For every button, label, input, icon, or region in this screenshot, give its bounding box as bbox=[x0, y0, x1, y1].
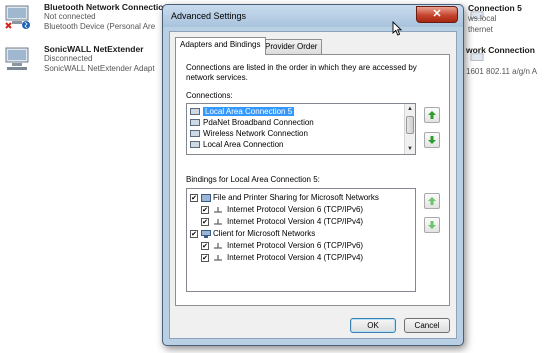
list-item-label: Local Area Connection bbox=[203, 140, 284, 149]
scroll-thumb[interactable] bbox=[406, 116, 414, 134]
protocol-icon bbox=[214, 219, 222, 225]
binding-checkbox[interactable]: ✔ bbox=[201, 218, 209, 226]
tab-provider-order[interactable]: Provider Order bbox=[260, 39, 323, 54]
connection-name: Connection 5 bbox=[468, 3, 522, 13]
list-item-label: Local Area Connection 5 bbox=[203, 107, 295, 116]
binding-item[interactable]: ✔ Internet Protocol Version 6 (TCP/IPv6) bbox=[187, 240, 415, 252]
connection-name: work Connection bbox=[466, 45, 535, 55]
binding-item[interactable]: ✔ Internet Protocol Version 4 (TCP/IPv4) bbox=[187, 252, 415, 264]
move-binding-up-button[interactable] bbox=[424, 193, 440, 209]
connection-name: Bluetooth Network Connection bbox=[44, 2, 169, 12]
connection-device: 1601 802.11 a/g/n A bbox=[466, 67, 538, 76]
binding-checkbox[interactable]: ✔ bbox=[201, 254, 209, 262]
list-item-label: Wireless Network Connection bbox=[203, 129, 308, 138]
binding-item[interactable]: ✔ File and Printer Sharing for Microsoft… bbox=[187, 192, 415, 204]
binding-checkbox[interactable]: ✔ bbox=[201, 206, 209, 214]
list-item[interactable]: Local Area Connection bbox=[187, 139, 415, 150]
scroll-down-icon[interactable]: ▼ bbox=[405, 144, 415, 154]
connection-name: SonicWALL NetExtender bbox=[44, 44, 144, 54]
bindings-list[interactable]: ✔ File and Printer Sharing for Microsoft… bbox=[186, 188, 416, 292]
adapters-and-bindings-panel: Connections are listed in the order in w… bbox=[175, 54, 450, 306]
arrow-down-icon bbox=[428, 136, 436, 144]
connection-icon bbox=[190, 108, 200, 115]
list-item[interactable]: PdaNet Broadband Connection bbox=[187, 117, 415, 128]
bluetooth-connection-item[interactable]: Bluetooth Network Connection Not connect… bbox=[2, 2, 169, 34]
binding-item[interactable]: ✔ Internet Protocol Version 6 (TCP/IPv6) bbox=[187, 204, 415, 216]
binding-label: Internet Protocol Version 4 (TCP/IPv4) bbox=[227, 217, 364, 226]
binding-checkbox[interactable]: ✔ bbox=[190, 194, 198, 202]
scroll-up-icon[interactable]: ▲ bbox=[405, 104, 415, 114]
move-binding-down-button[interactable] bbox=[424, 217, 440, 233]
connection-status: Not connected bbox=[44, 12, 96, 21]
binding-label: Internet Protocol Version 6 (TCP/IPv6) bbox=[227, 205, 364, 214]
network-adapter-icon bbox=[5, 47, 29, 70]
advanced-settings-dialog: Advanced Settings ✕ Adapters and Binding… bbox=[162, 4, 464, 346]
connection-icon bbox=[190, 141, 200, 148]
connection-icon bbox=[190, 130, 200, 137]
connections-label: Connections: bbox=[186, 91, 233, 100]
dialog-title: Advanced Settings bbox=[171, 11, 247, 21]
arrow-up-icon bbox=[428, 197, 436, 205]
ok-button[interactable]: OK bbox=[350, 318, 396, 333]
connection-status: Disconnected bbox=[44, 54, 93, 63]
list-item[interactable]: Local Area Connection 5 bbox=[187, 106, 415, 117]
client-icon bbox=[201, 230, 211, 238]
dialog-body: Adapters and Bindings Provider Order Con… bbox=[169, 31, 457, 339]
move-connection-up-button[interactable] bbox=[424, 107, 440, 123]
connection-device: thernet bbox=[468, 25, 493, 34]
arrow-down-icon bbox=[428, 221, 436, 229]
move-connection-down-button[interactable] bbox=[424, 132, 440, 148]
protocol-icon bbox=[214, 207, 222, 213]
connections-list[interactable]: Local Area Connection 5 PdaNet Broadband… bbox=[186, 103, 416, 155]
title-bar[interactable]: Advanced Settings ✕ bbox=[163, 5, 463, 27]
binding-label: File and Printer Sharing for Microsoft N… bbox=[213, 193, 379, 202]
binding-checkbox[interactable]: ✔ bbox=[201, 242, 209, 250]
close-button[interactable]: ✕ bbox=[416, 6, 458, 23]
bindings-label: Bindings for Local Area Connection 5: bbox=[186, 175, 320, 184]
connection-device: SonicWALL NetExtender Adapt bbox=[44, 64, 155, 73]
list-item-label: PdaNet Broadband Connection bbox=[203, 118, 314, 127]
mouse-pointer-icon bbox=[392, 21, 402, 36]
connection-icon bbox=[190, 119, 200, 126]
protocol-icon bbox=[214, 243, 222, 249]
connection-status: ws.local bbox=[468, 14, 497, 23]
protocol-icon bbox=[214, 255, 222, 261]
close-icon: ✕ bbox=[432, 8, 442, 20]
connections-scrollbar[interactable]: ▲ ▼ bbox=[404, 104, 415, 154]
description-text: Connections are listed in the order in w… bbox=[186, 63, 417, 82]
sonicwall-connection-item[interactable]: SonicWALL NetExtender Disconnected Sonic… bbox=[2, 44, 162, 76]
binding-item[interactable]: ✔ Internet Protocol Version 4 (TCP/IPv4) bbox=[187, 216, 415, 228]
binding-label: Internet Protocol Version 4 (TCP/IPv4) bbox=[227, 253, 364, 262]
binding-item[interactable]: ✔ Client for Microsoft Networks bbox=[187, 228, 415, 240]
list-item[interactable]: Wireless Network Connection bbox=[187, 128, 415, 139]
binding-checkbox[interactable]: ✔ bbox=[190, 230, 198, 238]
connection-device: Bluetooth Device (Personal Are bbox=[44, 22, 156, 31]
cancel-button[interactable]: Cancel bbox=[404, 318, 450, 333]
bluetooth-adapter-icon bbox=[5, 5, 30, 29]
arrow-up-icon bbox=[428, 111, 436, 119]
binding-label: Internet Protocol Version 6 (TCP/IPv6) bbox=[227, 241, 364, 250]
binding-label: Client for Microsoft Networks bbox=[213, 229, 316, 238]
tab-adapters-and-bindings[interactable]: Adapters and Bindings bbox=[175, 37, 266, 55]
service-icon bbox=[201, 194, 211, 202]
